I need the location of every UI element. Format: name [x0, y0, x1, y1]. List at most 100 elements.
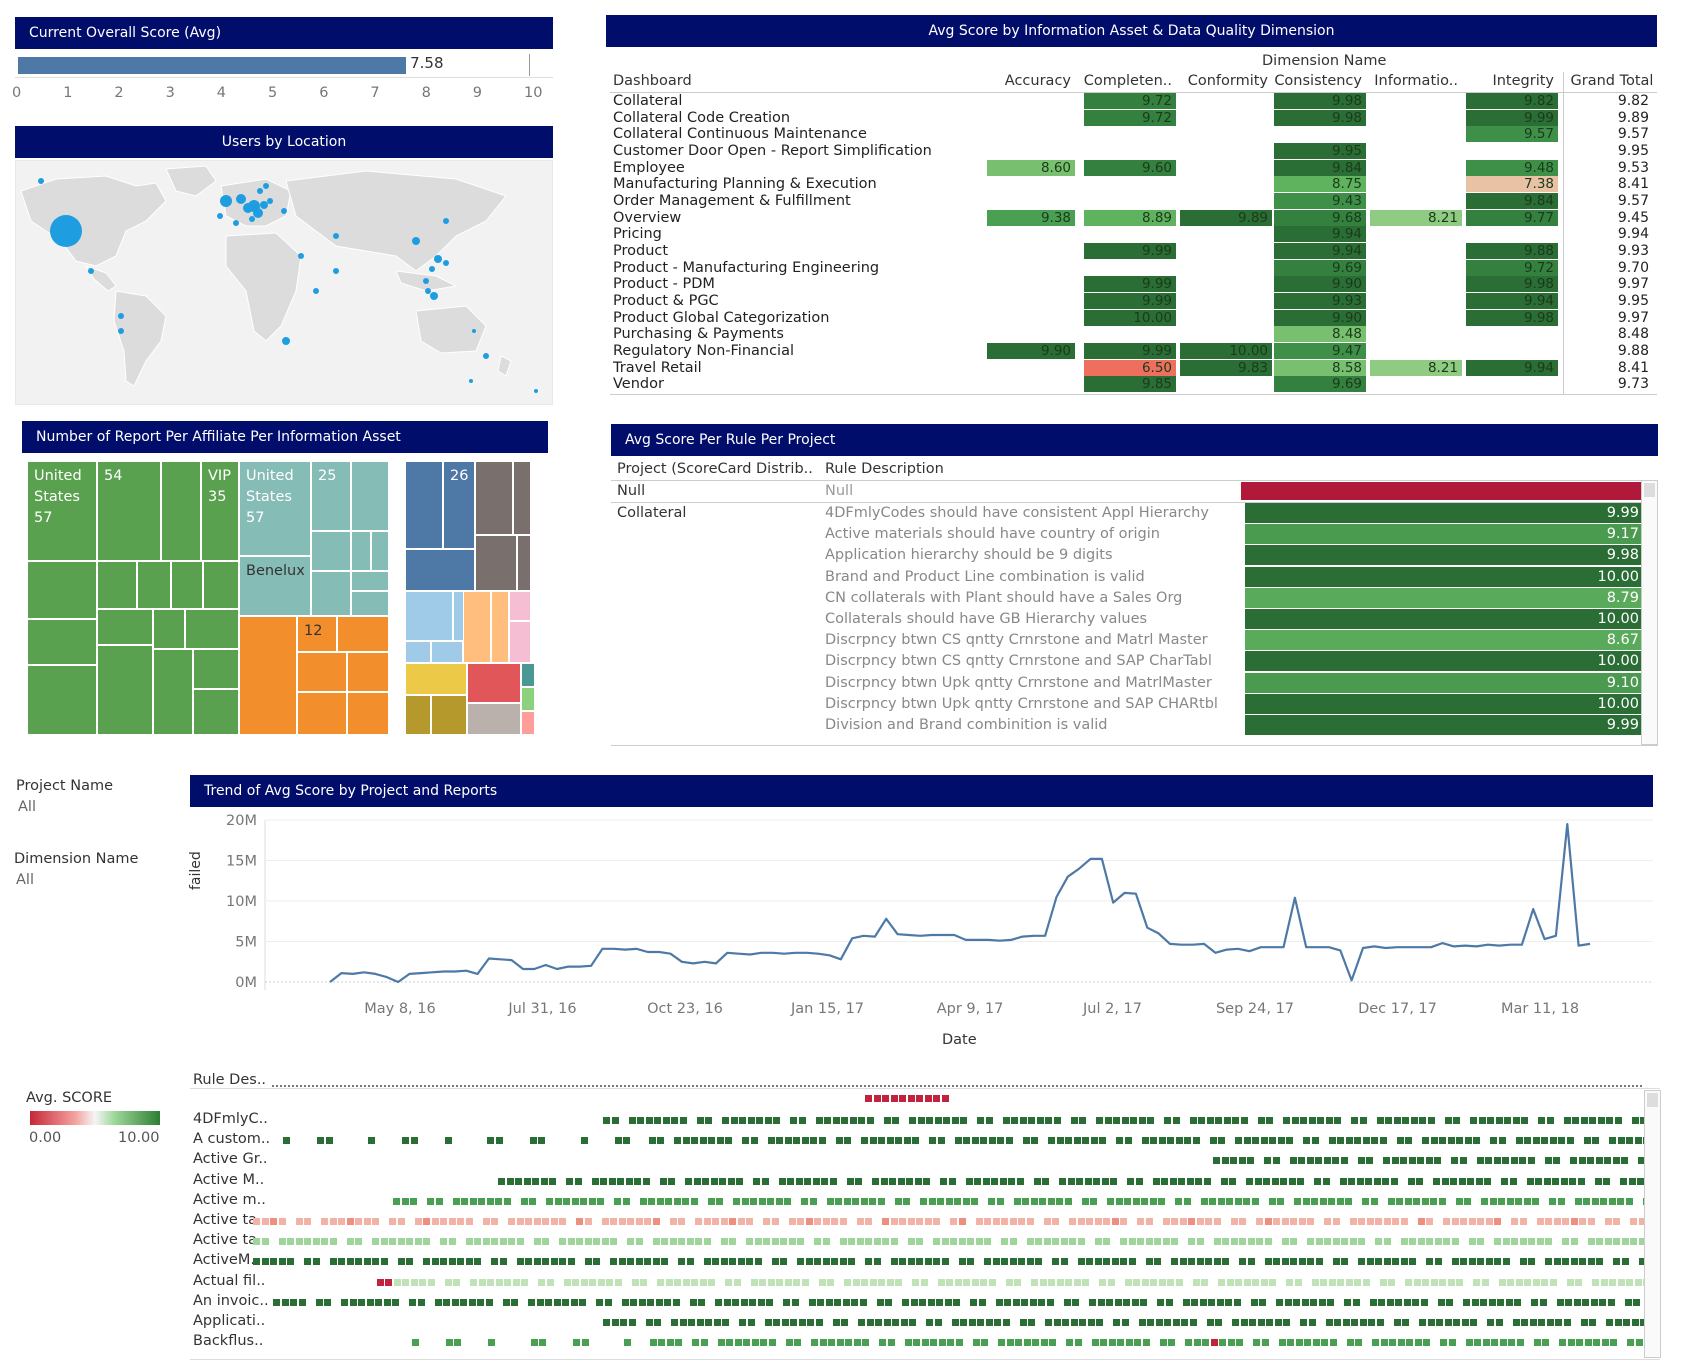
score-square[interactable] [1234, 1197, 1242, 1205]
score-square[interactable] [732, 1298, 739, 1306]
score-square[interactable] [1096, 1319, 1103, 1326]
score-square[interactable] [550, 1258, 558, 1266]
score-square[interactable] [1082, 1137, 1089, 1145]
score-square[interactable] [926, 1319, 933, 1326]
score-square[interactable] [1218, 1137, 1225, 1145]
score-square[interactable] [635, 1218, 643, 1225]
score-square[interactable] [1157, 1298, 1164, 1306]
score-square[interactable] [1332, 1157, 1339, 1165]
score-square[interactable] [570, 1298, 578, 1306]
score-square[interactable] [600, 1177, 607, 1185]
score-square[interactable] [967, 1238, 974, 1246]
score-square[interactable] [1584, 1339, 1592, 1347]
score-square[interactable] [717, 1339, 725, 1347]
score-square[interactable] [960, 1117, 967, 1124]
score-square[interactable] [1152, 1177, 1160, 1185]
score-square[interactable] [739, 1117, 746, 1124]
score-square[interactable] [1502, 1157, 1509, 1165]
score-square[interactable] [1382, 1177, 1389, 1185]
score-square[interactable] [1495, 1117, 1503, 1124]
score-square[interactable] [1409, 1258, 1416, 1266]
score-square[interactable] [1438, 1197, 1446, 1205]
score-square[interactable] [1553, 1218, 1561, 1225]
rule-score-bar[interactable]: 8.79 [1245, 587, 1645, 608]
score-square[interactable] [1583, 1197, 1590, 1205]
score-square[interactable] [944, 1298, 952, 1306]
score-square[interactable] [1053, 1319, 1061, 1326]
score-square[interactable] [1493, 1157, 1501, 1165]
score-square[interactable] [1141, 1137, 1149, 1145]
score-square[interactable] [1587, 1157, 1594, 1165]
score-square[interactable] [999, 1177, 1007, 1185]
score-square[interactable] [1545, 1258, 1552, 1266]
score-square[interactable] [1043, 1218, 1051, 1225]
score-square[interactable] [539, 1339, 546, 1347]
score-square[interactable] [1141, 1278, 1149, 1286]
treemap-cell[interactable] [351, 571, 389, 591]
score-square[interactable] [978, 1298, 986, 1306]
score-square[interactable] [788, 1238, 796, 1246]
score-square[interactable] [1494, 1238, 1501, 1246]
score-square[interactable] [866, 1117, 874, 1124]
map-location-dot[interactable] [38, 178, 44, 184]
score-square[interactable] [1402, 1117, 1409, 1124]
score-square[interactable] [1145, 1218, 1153, 1225]
score-square[interactable] [1498, 1278, 1506, 1286]
score-square[interactable] [1426, 1238, 1433, 1246]
score-square[interactable] [715, 1298, 722, 1306]
score-square[interactable] [397, 1218, 405, 1225]
score-square[interactable] [389, 1238, 396, 1246]
score-square[interactable] [1488, 1298, 1496, 1306]
score-square[interactable] [533, 1238, 541, 1246]
treemap-cell[interactable] [431, 695, 467, 735]
score-square[interactable] [1073, 1137, 1081, 1145]
score-square[interactable] [614, 1197, 621, 1205]
score-square[interactable] [1283, 1117, 1290, 1124]
score-square[interactable] [1633, 1298, 1640, 1306]
score-square[interactable] [1127, 1177, 1134, 1185]
score-square[interactable] [474, 1238, 481, 1246]
score-square[interactable] [1238, 1157, 1246, 1165]
score-square[interactable] [937, 1278, 945, 1286]
score-square[interactable] [349, 1298, 357, 1306]
score-square[interactable] [1552, 1177, 1559, 1185]
score-square[interactable] [491, 1258, 498, 1266]
score-square[interactable] [1536, 1218, 1544, 1225]
score-square[interactable] [1512, 1117, 1520, 1124]
map-location-dot[interactable] [281, 208, 287, 214]
score-square[interactable] [572, 1278, 579, 1286]
score-square[interactable] [1179, 1218, 1187, 1225]
score-square[interactable] [1274, 1319, 1282, 1326]
score-square[interactable] [1168, 1339, 1175, 1347]
rule-row[interactable]: 4DFmlyCodes should have consistent Appl … [615, 503, 1645, 524]
score-square[interactable] [895, 1278, 902, 1286]
score-square[interactable] [1123, 1298, 1130, 1306]
score-square[interactable] [1005, 1278, 1013, 1286]
score-square[interactable] [1137, 1218, 1144, 1225]
score-square[interactable] [363, 1258, 371, 1266]
score-square[interactable] [515, 1177, 522, 1185]
score-square[interactable] [1115, 1197, 1123, 1205]
score-square[interactable] [1321, 1339, 1328, 1347]
heatmap-row[interactable]: Collateral Continuous Maintenance 9.57 9.5… [610, 126, 1655, 143]
score-square[interactable] [974, 1177, 981, 1185]
score-square[interactable] [1271, 1177, 1279, 1185]
score-square[interactable] [682, 1137, 690, 1145]
score-square[interactable] [1029, 1298, 1037, 1306]
treemap-cell[interactable] [467, 703, 521, 735]
score-square[interactable] [1453, 1319, 1460, 1326]
score-square[interactable] [1502, 1258, 1510, 1266]
score-square[interactable] [603, 1117, 610, 1124]
treemap-cell-25[interactable]: 25 [311, 461, 351, 531]
score-square[interactable] [1001, 1238, 1008, 1246]
score-square[interactable] [579, 1298, 586, 1306]
score-square[interactable] [791, 1298, 799, 1306]
map-location-dot[interactable] [263, 183, 269, 189]
score-square[interactable] [1103, 1238, 1110, 1246]
score-square[interactable] [1422, 1278, 1429, 1286]
score-square[interactable] [1183, 1197, 1191, 1205]
treemap-cell-us[interactable]: United States 57 [27, 461, 97, 561]
score-square[interactable] [984, 1218, 991, 1225]
score-square[interactable] [1117, 1339, 1124, 1347]
score-square[interactable] [1260, 1278, 1268, 1286]
